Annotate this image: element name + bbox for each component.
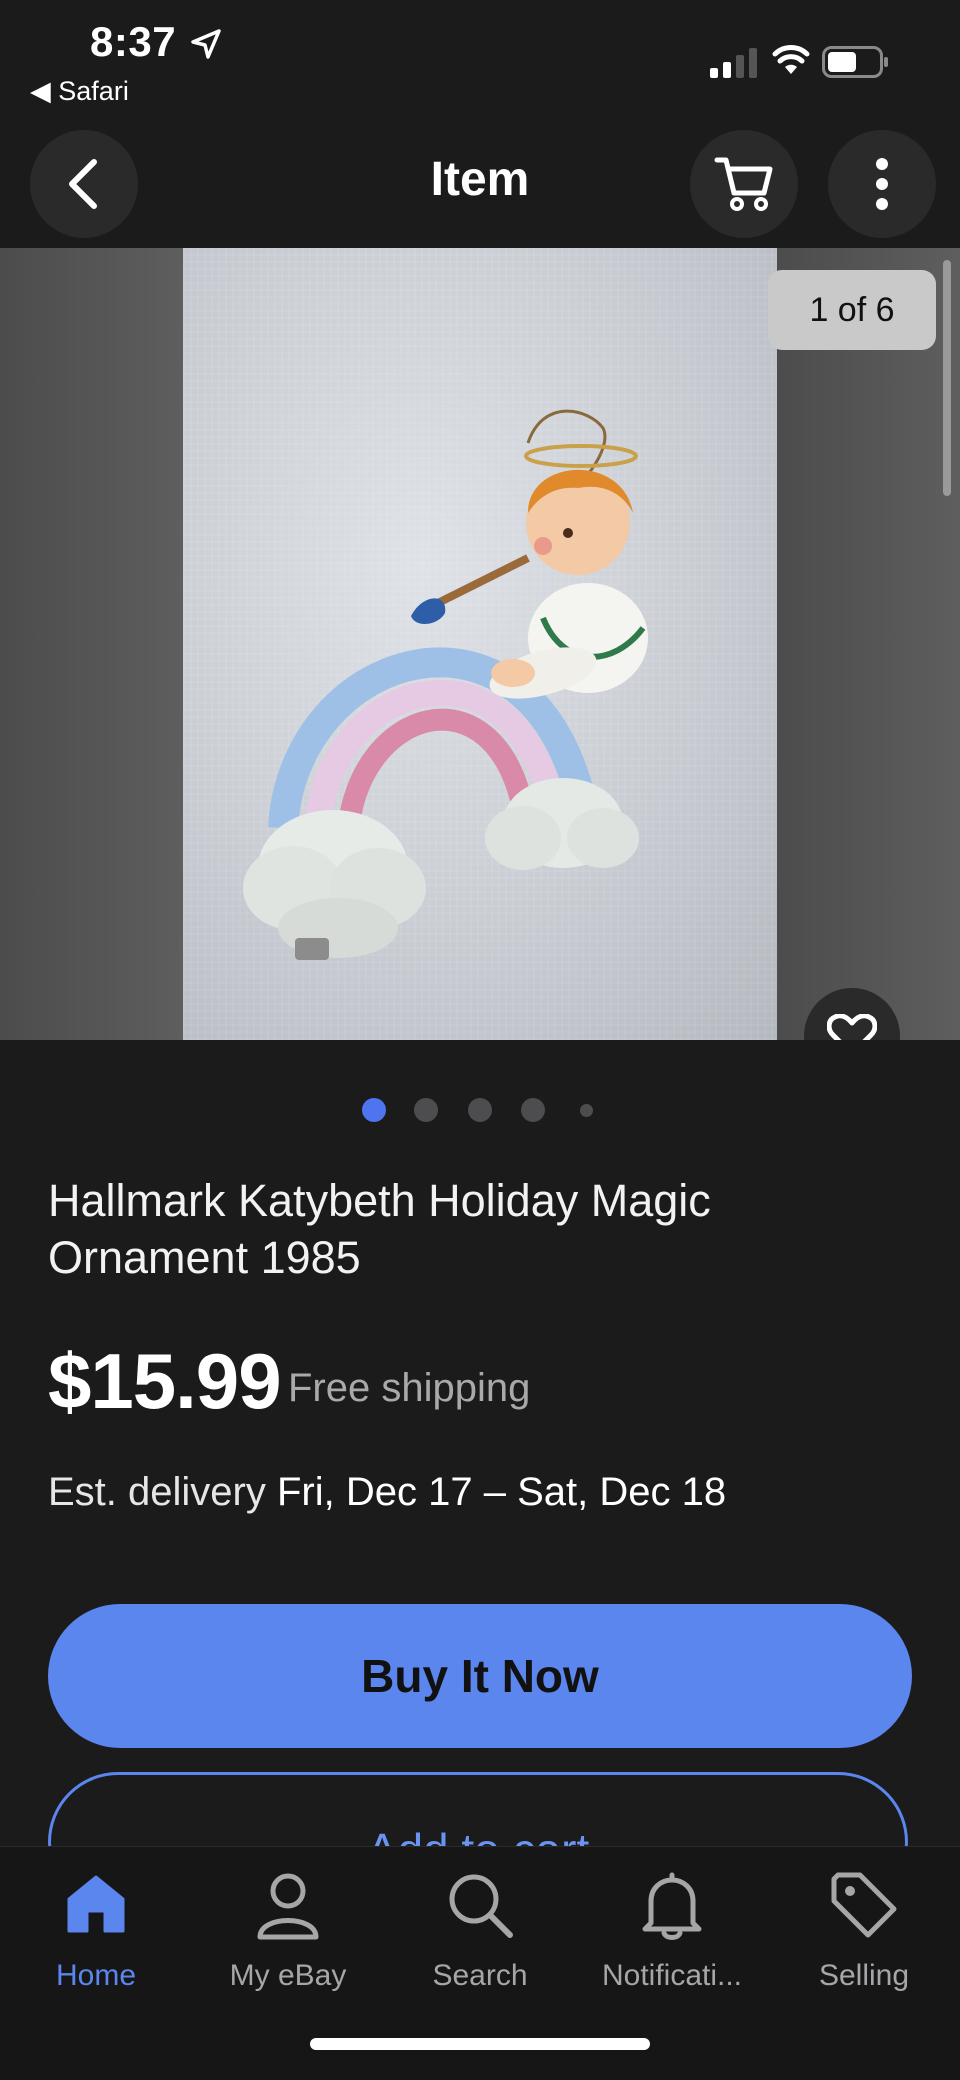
pagination-dot[interactable] — [414, 1098, 438, 1122]
buy-it-now-label: Buy It Now — [361, 1650, 599, 1702]
search-icon — [449, 1874, 513, 1938]
location-arrow-icon — [191, 29, 221, 59]
gallery-scrollbar[interactable] — [943, 260, 951, 496]
home-indicator — [310, 2038, 650, 2050]
tab-my-ebay[interactable]: My eBay — [192, 1847, 384, 2007]
delivery-label: Est. delivery — [48, 1470, 266, 1514]
tab-home-label: Home — [55, 1959, 137, 1992]
cellular-signal-icon — [710, 48, 757, 78]
heart-icon — [827, 1014, 877, 1040]
pagination-dot[interactable] — [468, 1098, 492, 1122]
delivery-dates: Fri, Dec 17 – Sat, Dec 18 — [276, 1470, 727, 1514]
ornament-illustration — [243, 409, 648, 960]
pagination-dot[interactable] — [521, 1098, 545, 1122]
more-options-button[interactable] — [828, 130, 936, 238]
tab-search[interactable]: Search — [384, 1847, 576, 2007]
back-triangle-icon: ◀ — [30, 76, 51, 106]
status-time: 8:37 — [90, 18, 177, 65]
tag-icon — [831, 1872, 897, 1938]
wifi-icon — [772, 45, 810, 74]
shopping-cart-icon — [714, 157, 773, 211]
tab-notifications-label: Notificati... — [601, 1959, 743, 1992]
estimated-delivery: Est. delivery Fri, Dec 17 – Sat, Dec 18 — [48, 1470, 726, 1515]
tab-selling-label: Selling — [818, 1959, 910, 1992]
item-title: Hallmark Katybeth Holiday Magic Ornament… — [48, 1175, 711, 1283]
battery-icon — [822, 46, 888, 78]
tab-home[interactable]: Home — [0, 1847, 192, 2007]
back-to-app-link[interactable]: ◀ Safari — [30, 76, 129, 107]
item-photo[interactable] — [183, 248, 777, 1040]
home-icon — [67, 1875, 125, 1933]
tab-notifications[interactable]: Notificati... — [576, 1847, 768, 2007]
top-navigation-bar: Item — [0, 120, 960, 248]
gallery-side-left — [0, 248, 183, 1040]
item-price: $15.99 — [48, 1337, 282, 1425]
tab-selling[interactable]: Selling — [768, 1847, 960, 2007]
more-vertical-icon — [876, 158, 888, 210]
image-counter-badge: 1 of 6 — [768, 270, 936, 350]
status-bar: 8:37 ◀ Safari — [0, 0, 960, 120]
pagination-dot-active[interactable] — [362, 1098, 386, 1122]
page-title: Item — [430, 153, 530, 206]
buy-it-now-button[interactable]: Buy It Now — [48, 1604, 912, 1748]
tab-search-label: Search — [432, 1959, 528, 1992]
shipping-info: Free shipping — [288, 1366, 531, 1410]
tab-my-ebay-label: My eBay — [229, 1959, 347, 1992]
back-app-label: Safari — [58, 76, 129, 106]
bell-icon — [642, 1872, 702, 1940]
gallery-side-right — [777, 248, 960, 1040]
person-icon — [257, 1873, 319, 1940]
gallery-pagination-dots — [0, 1098, 960, 1122]
cart-button[interactable] — [690, 130, 798, 238]
image-gallery[interactable]: 1 of 6 — [0, 248, 960, 1040]
pagination-dot-small[interactable] — [580, 1104, 593, 1117]
